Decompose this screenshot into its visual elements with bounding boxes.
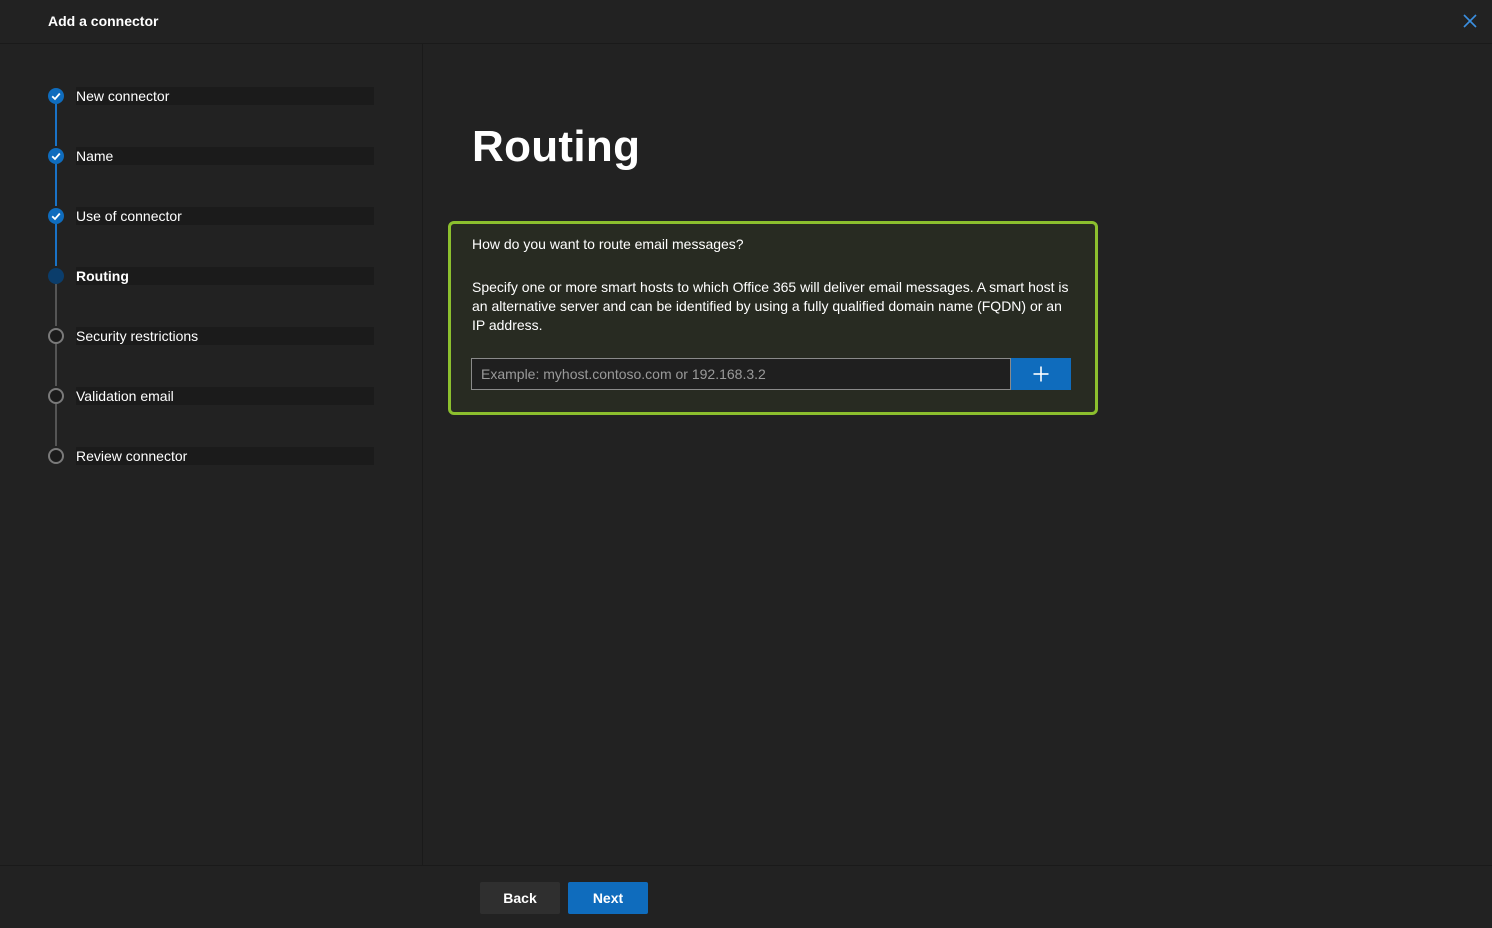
add-smart-host-button[interactable]	[1011, 358, 1071, 390]
routing-card: How do you want to route email messages?…	[448, 221, 1098, 415]
step-new-connector[interactable]: New connector	[48, 87, 374, 105]
step-label: Use of connector	[76, 208, 182, 224]
close-button[interactable]	[1459, 10, 1481, 32]
step-label: Name	[76, 148, 114, 164]
close-icon	[1463, 14, 1477, 28]
step-connector	[55, 164, 57, 206]
empty-circle-icon	[48, 448, 64, 464]
step-label: Security restrictions	[76, 328, 199, 344]
wizard-steps: New connector Name Use of connector Rout…	[0, 44, 423, 865]
dialog-title: Add a connector	[48, 13, 159, 29]
checkmark-circle-icon	[48, 208, 64, 224]
step-use-of-connector[interactable]: Use of connector	[48, 207, 374, 225]
add-connector-dialog: Add a connector New connector Name Use o…	[0, 0, 1492, 928]
current-step-circle-icon	[48, 268, 64, 284]
step-label: Routing	[76, 268, 129, 284]
step-label-background	[76, 147, 374, 165]
step-review-connector[interactable]: Review connector	[48, 447, 374, 465]
routing-question: How do you want to route email messages?	[472, 236, 744, 252]
step-label: New connector	[76, 88, 170, 104]
next-button[interactable]: Next	[568, 882, 648, 914]
step-connector	[55, 344, 57, 386]
dialog-footer: Back Next	[0, 865, 1492, 928]
checkmark-circle-icon	[48, 148, 64, 164]
step-security-restrictions[interactable]: Security restrictions	[48, 327, 374, 345]
step-connector	[55, 104, 57, 146]
empty-circle-icon	[48, 388, 64, 404]
step-connector	[55, 284, 57, 326]
step-connector	[55, 404, 57, 446]
plus-icon	[1033, 366, 1049, 382]
routing-description: Specify one or more smart hosts to which…	[472, 279, 1069, 333]
step-label: Review connector	[76, 448, 188, 464]
empty-circle-icon	[48, 328, 64, 344]
step-name[interactable]: Name	[48, 147, 374, 165]
step-connector	[55, 224, 57, 266]
back-button[interactable]: Back	[480, 882, 560, 914]
dialog-header: Add a connector	[0, 0, 1492, 44]
step-routing[interactable]: Routing	[48, 267, 374, 285]
step-label: Validation email	[76, 388, 174, 404]
smart-host-input[interactable]	[471, 358, 1011, 390]
page-title: Routing	[472, 122, 641, 171]
checkmark-circle-icon	[48, 88, 64, 104]
step-validation-email[interactable]: Validation email	[48, 387, 374, 405]
